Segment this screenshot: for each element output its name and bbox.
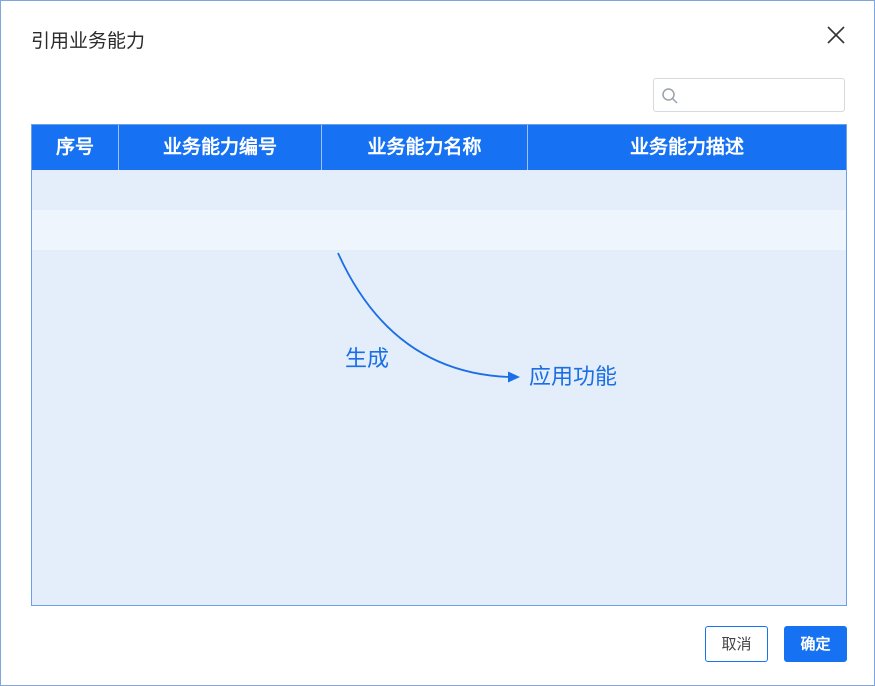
cancel-button[interactable]: 取消 [705,626,768,662]
annotation-overlay: 生成 应用功能 [32,125,846,605]
generate-arrow [337,252,520,383]
search-box[interactable] [653,78,845,112]
search-icon [662,88,678,104]
close-button[interactable] [823,22,849,48]
annotation-application-function-label: 应用功能 [529,365,618,390]
dialog: 引用业务能力 序号 业务能力编号 业务能力名称 业务能力描述 生成 应用功能 取… [0,0,875,686]
search-input[interactable] [684,83,840,109]
dialog-title: 引用业务能力 [31,30,146,52]
business-capability-table: 序号 业务能力编号 业务能力名称 业务能力描述 生成 应用功能 [31,124,847,606]
confirm-button[interactable]: 确定 [784,626,847,662]
close-icon [827,26,845,44]
annotation-generate-label: 生成 [345,347,390,372]
